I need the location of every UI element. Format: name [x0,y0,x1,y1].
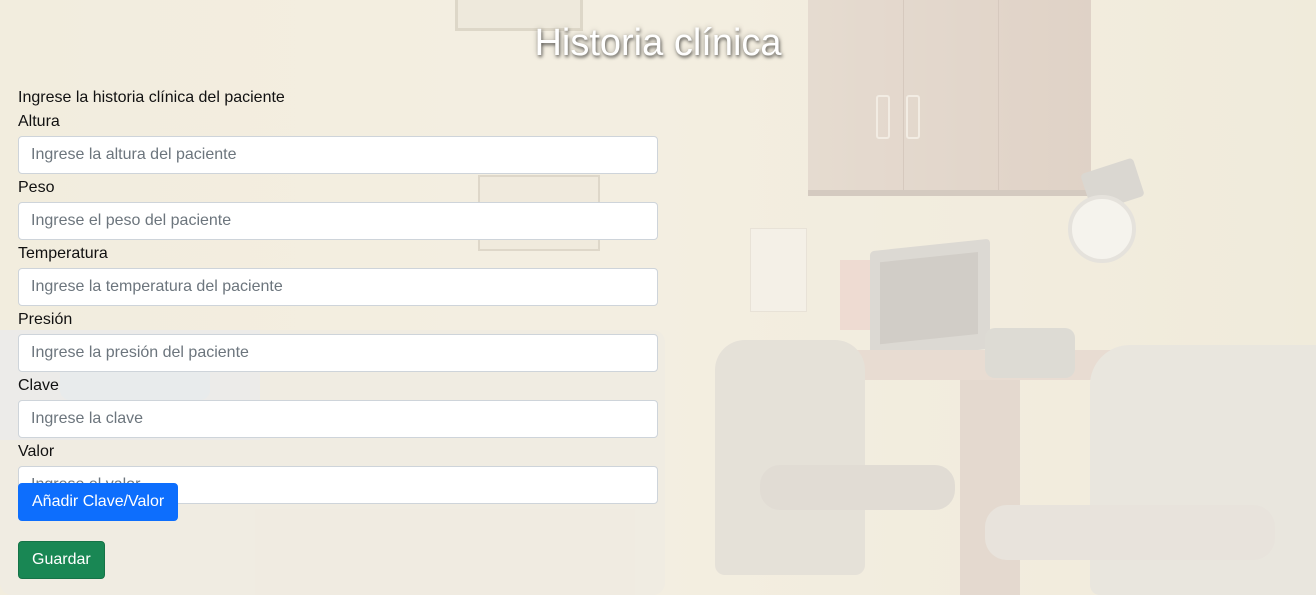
page-title: Historia clínica [534,22,782,64]
peso-label: Peso [18,179,55,196]
peso-input[interactable] [18,202,658,240]
page: Historia clínica Ingrese la historia clí… [0,0,1316,595]
valor-label: Valor [18,443,55,460]
clave-label: Clave [18,377,59,394]
presion-label: Presión [18,311,73,328]
clave-input[interactable] [18,400,658,438]
presion-input[interactable] [18,334,658,372]
main-content: Historia clínica Ingrese la historia clí… [0,0,1316,595]
clinical-history-form: Ingrese la historia clínica del paciente… [18,88,658,508]
add-key-value-button[interactable]: Añadir Clave/Valor [18,483,179,521]
altura-label: Altura [18,113,60,130]
altura-input[interactable] [18,136,658,174]
temperatura-input[interactable] [18,268,658,306]
temperatura-label: Temperatura [18,245,108,262]
save-button[interactable]: Guardar [18,541,105,579]
form-intro: Ingrese la historia clínica del paciente [18,89,285,106]
